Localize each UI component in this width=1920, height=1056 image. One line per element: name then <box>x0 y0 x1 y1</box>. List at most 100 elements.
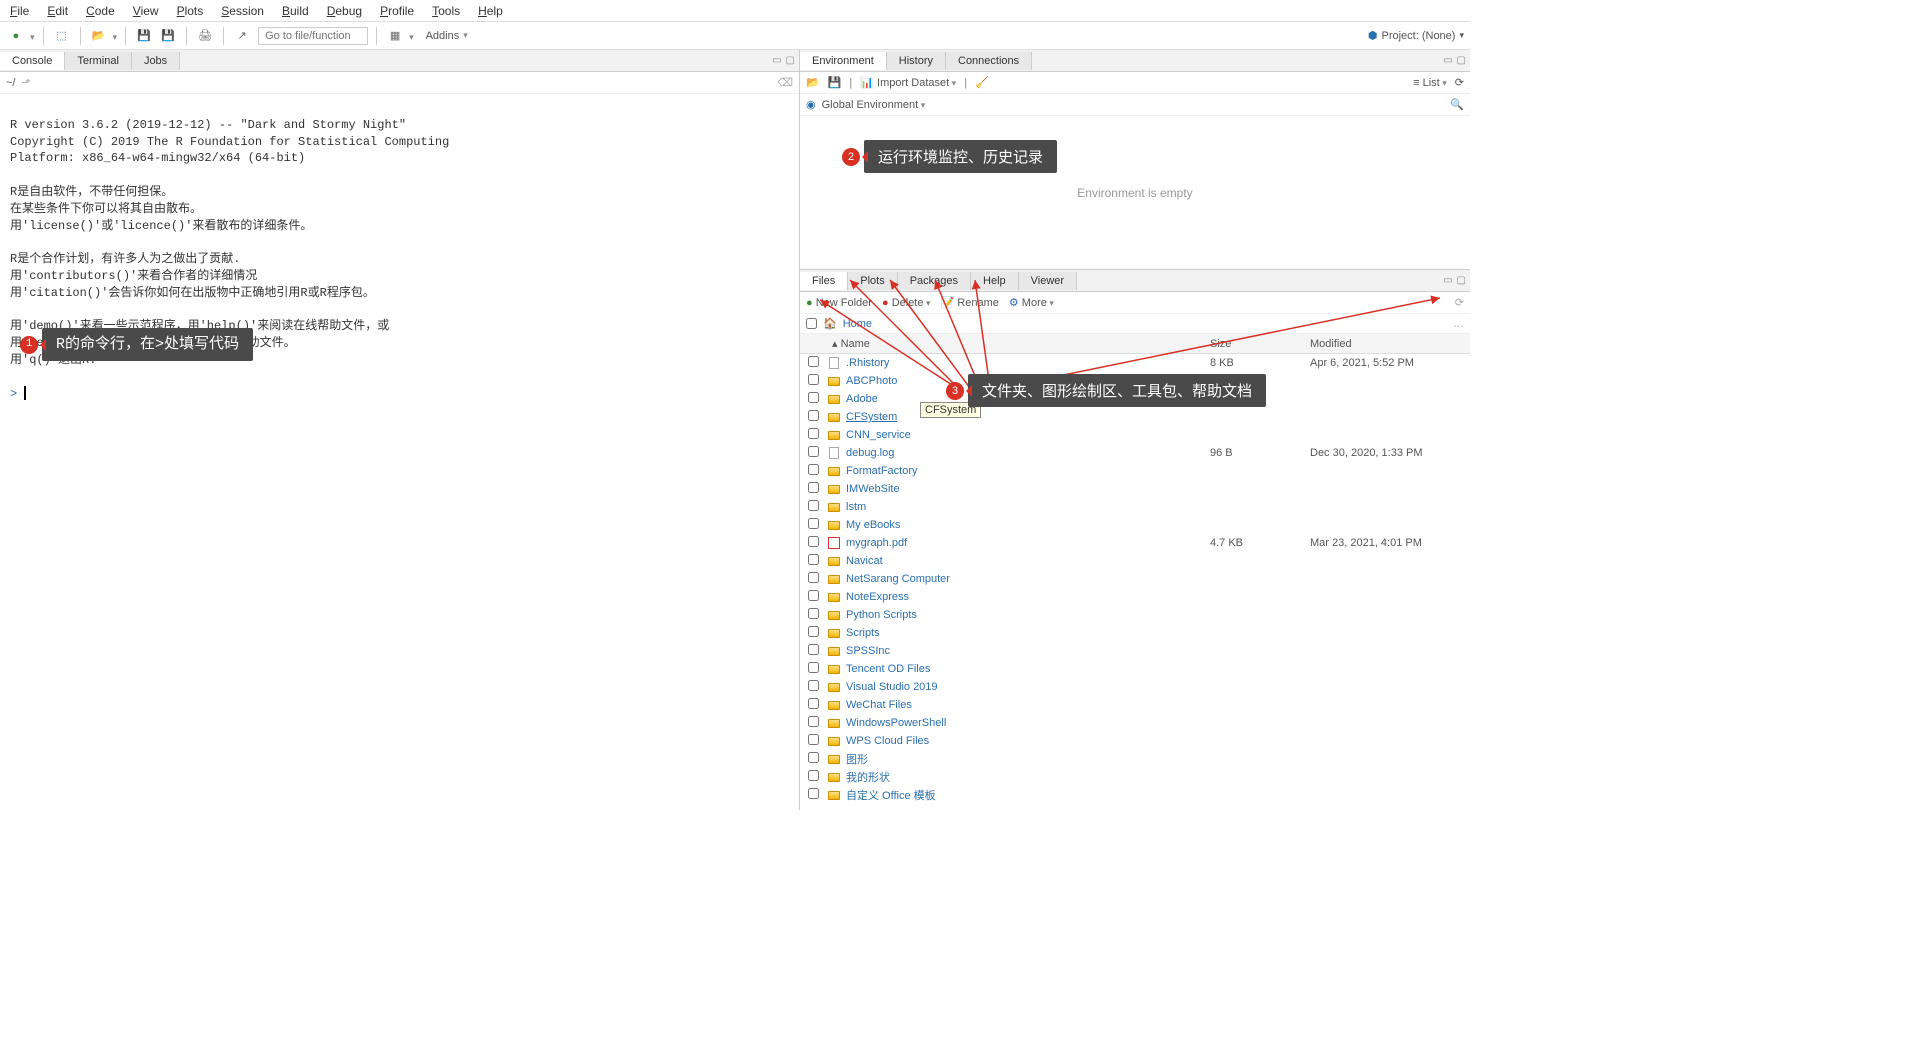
file-name[interactable]: Scripts <box>846 627 880 639</box>
file-name[interactable]: NetSarang Computer <box>846 573 950 585</box>
file-checkbox[interactable] <box>808 644 819 655</box>
tab-console[interactable]: Console <box>0 52 65 70</box>
clear-console-icon[interactable]: ⌫ <box>777 76 793 89</box>
file-checkbox[interactable] <box>808 446 819 457</box>
menu-profile[interactable]: Profile <box>380 4 414 18</box>
col-size[interactable]: Size <box>1210 338 1310 350</box>
path-more-icon[interactable]: … <box>1453 318 1464 330</box>
file-checkbox[interactable] <box>808 554 819 565</box>
env-search-icon[interactable]: 🔍 <box>1450 98 1464 111</box>
file-name[interactable]: debug.log <box>846 447 894 459</box>
file-checkbox[interactable] <box>808 752 819 763</box>
file-row[interactable]: CFSystem <box>800 408 1470 426</box>
menu-build[interactable]: Build <box>282 4 309 18</box>
env-scope-dropdown[interactable]: Global Environment <box>822 99 926 111</box>
maximize-pane-icon[interactable]: ▢ <box>786 55 795 66</box>
new-folder-button[interactable]: ● New Folder <box>806 297 872 309</box>
save-icon[interactable]: 💾 <box>134 26 154 46</box>
goto-file-input[interactable] <box>258 27 368 45</box>
file-row[interactable]: SPSSInc <box>800 642 1470 660</box>
new-file-dropdown[interactable] <box>30 29 35 43</box>
minimize-pane-icon[interactable]: ▭ <box>772 55 781 66</box>
menu-edit[interactable]: Edit <box>47 4 68 18</box>
file-checkbox[interactable] <box>808 482 819 493</box>
file-row[interactable]: FormatFactory <box>800 462 1470 480</box>
files-list[interactable]: .Rhistory8 KBApr 6, 2021, 5:52 PMABCPhot… <box>800 354 1470 810</box>
open-recent-dropdown[interactable] <box>113 29 118 43</box>
menu-tools[interactable]: Tools <box>432 4 460 18</box>
file-name[interactable]: Adobe <box>846 393 878 405</box>
save-all-icon[interactable]: 💾 <box>158 26 178 46</box>
delete-button[interactable]: ● Delete <box>882 297 931 309</box>
home-icon[interactable]: 🏠 <box>823 317 837 330</box>
load-workspace-icon[interactable]: 📂 <box>806 76 820 89</box>
menu-code[interactable]: Code <box>86 4 115 18</box>
file-name[interactable]: WeChat Files <box>846 699 912 711</box>
file-checkbox[interactable] <box>808 590 819 601</box>
file-name[interactable]: Navicat <box>846 555 883 567</box>
file-name[interactable]: 我的形状 <box>846 769 890 785</box>
col-modified[interactable]: Modified <box>1310 338 1470 350</box>
file-checkbox[interactable] <box>808 500 819 511</box>
tab-plots[interactable]: Plots <box>848 272 897 290</box>
file-row[interactable]: lstm <box>800 498 1470 516</box>
file-row[interactable]: .Rhistory8 KBApr 6, 2021, 5:52 PM <box>800 354 1470 372</box>
file-row[interactable]: 图形 <box>800 750 1470 768</box>
file-checkbox[interactable] <box>808 374 819 385</box>
menu-help[interactable]: Help <box>478 4 503 18</box>
file-checkbox[interactable] <box>808 662 819 673</box>
file-checkbox[interactable] <box>808 464 819 475</box>
save-workspace-icon[interactable]: 💾 <box>828 76 842 89</box>
file-name[interactable]: IMWebSite <box>846 483 900 495</box>
env-view-dropdown[interactable]: ≡ List <box>1413 77 1447 89</box>
file-name[interactable]: 自定义 Office 模板 <box>846 787 936 803</box>
file-row[interactable]: IMWebSite <box>800 480 1470 498</box>
more-button[interactable]: ⚙ More <box>1009 296 1054 309</box>
tab-viewer[interactable]: Viewer <box>1019 272 1077 290</box>
addins-dropdown[interactable]: Addins <box>426 30 468 42</box>
import-dataset-dropdown[interactable]: 📊 Import Dataset <box>860 76 956 89</box>
file-row[interactable]: NetSarang Computer <box>800 570 1470 588</box>
menu-plots[interactable]: Plots <box>177 4 204 18</box>
files-minimize-icon[interactable]: ▭ <box>1443 275 1452 286</box>
file-row[interactable]: 我的形状 <box>800 768 1470 786</box>
file-checkbox[interactable] <box>808 410 819 421</box>
tab-connections[interactable]: Connections <box>946 52 1032 70</box>
file-row[interactable]: 自定义 Office 模板 <box>800 786 1470 804</box>
file-checkbox[interactable] <box>808 716 819 727</box>
file-row[interactable]: Navicat <box>800 552 1470 570</box>
file-checkbox[interactable] <box>808 428 819 439</box>
new-file-icon[interactable]: ● <box>6 26 26 46</box>
refresh-env-icon[interactable]: ⟳ <box>1455 76 1464 89</box>
grid-icon[interactable]: ▦ <box>385 26 405 46</box>
tab-environment[interactable]: Environment <box>800 52 887 70</box>
file-checkbox[interactable] <box>808 356 819 367</box>
tab-terminal[interactable]: Terminal <box>65 52 132 70</box>
new-project-icon[interactable]: ⬚ <box>52 26 72 46</box>
refresh-files-icon[interactable]: ⟳ <box>1455 296 1464 309</box>
file-row[interactable]: CNN_service <box>800 426 1470 444</box>
env-minimize-icon[interactable]: ▭ <box>1443 55 1452 66</box>
file-name[interactable]: My eBooks <box>846 519 900 531</box>
console-output[interactable]: R version 3.6.2 (2019-12-12) -- "Dark an… <box>0 94 799 810</box>
clear-env-icon[interactable]: 🧹 <box>975 76 989 89</box>
tab-history[interactable]: History <box>887 52 946 70</box>
menu-session[interactable]: Session <box>221 4 264 18</box>
file-name[interactable]: Visual Studio 2019 <box>846 681 938 693</box>
open-file-icon[interactable]: 📂 <box>89 26 109 46</box>
file-checkbox[interactable] <box>808 734 819 745</box>
file-row[interactable]: Tencent OD Files <box>800 660 1470 678</box>
file-name[interactable]: NoteExpress <box>846 591 909 603</box>
rename-button[interactable]: 📝 Rename <box>941 296 999 309</box>
file-name[interactable]: 图形 <box>846 751 868 767</box>
col-name[interactable]: Name <box>841 338 870 350</box>
file-name[interactable]: lstm <box>846 501 866 513</box>
files-maximize-icon[interactable]: ▢ <box>1457 275 1466 286</box>
file-checkbox[interactable] <box>808 608 819 619</box>
file-checkbox[interactable] <box>808 518 819 529</box>
file-checkbox[interactable] <box>808 698 819 709</box>
file-checkbox[interactable] <box>808 392 819 403</box>
file-checkbox[interactable] <box>808 770 819 781</box>
env-maximize-icon[interactable]: ▢ <box>1457 55 1466 66</box>
file-name[interactable]: Python Scripts <box>846 609 917 621</box>
